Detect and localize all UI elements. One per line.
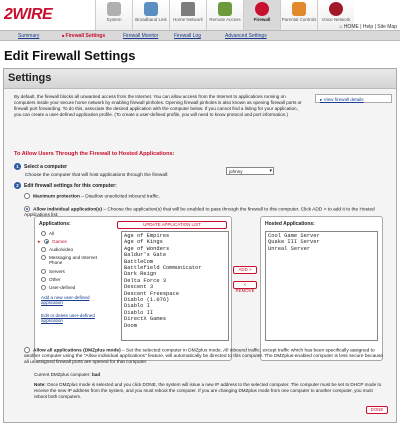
- step-1-number: 1: [14, 163, 21, 170]
- home-network-icon: [181, 2, 195, 16]
- subnav-firewall-monitor[interactable]: Firewall Monitor: [123, 33, 158, 39]
- remote-access-icon: [218, 2, 232, 16]
- category-user-defined-radio[interactable]: [41, 285, 46, 290]
- current-dmz-computer: Current DMZplus computer: bad: [34, 372, 101, 377]
- settings-panel: Settings By default, the firewall blocks…: [3, 68, 397, 423]
- list-item[interactable]: Doom: [124, 323, 226, 329]
- firewall-icon: [255, 2, 269, 16]
- computer-select-instruction: Choose the computer that will host appli…: [25, 173, 169, 178]
- sub-nav: Summary Firewall Settings Firewall Monit…: [0, 30, 400, 41]
- view-firewall-details-link[interactable]: ▸ View firewall details: [315, 94, 392, 103]
- nav-firewall[interactable]: Firewall: [243, 0, 280, 30]
- category-all-radio[interactable]: [41, 231, 46, 236]
- hosted-applications-panel: Hosted Applications: Cool Game Server Qu…: [260, 216, 383, 361]
- computer-select[interactable]: johnny: [226, 167, 274, 175]
- voice-network-icon: [329, 2, 343, 16]
- nav-home-network[interactable]: Home Network: [169, 0, 206, 30]
- allow-individual-radio[interactable]: [24, 206, 30, 212]
- applications-title: Applications:: [39, 221, 71, 227]
- category-audio-video-radio[interactable]: [41, 247, 46, 252]
- nav-system[interactable]: System: [95, 0, 132, 30]
- step-2-heading: 2 Edit firewall settings for this compute…: [14, 182, 117, 189]
- category-servers-radio[interactable]: [41, 269, 46, 274]
- add-user-defined-link[interactable]: Add a new user-defined application: [41, 295, 111, 305]
- logo: 2WIRE: [4, 6, 53, 23]
- subnav-summary[interactable]: Summary: [18, 33, 39, 39]
- section-title: Settings: [4, 69, 396, 89]
- dmz-option[interactable]: Allow all applications (DMZplus mode) – …: [24, 347, 384, 366]
- category-servers[interactable]: Servers: [41, 269, 65, 274]
- add-button[interactable]: ADD >: [233, 266, 257, 274]
- broadband-icon: [144, 2, 158, 16]
- page-title: Edit Firewall Settings: [4, 48, 136, 63]
- category-other[interactable]: Other: [41, 277, 61, 282]
- parental-controls-icon: [292, 2, 306, 16]
- category-messaging-radio[interactable]: [41, 255, 46, 260]
- category-games[interactable]: Games: [44, 239, 67, 244]
- category-games-radio[interactable]: [44, 239, 49, 244]
- max-protection-option[interactable]: Maximum protection – Disallow unsolicite…: [24, 193, 160, 199]
- category-audio-video[interactable]: Audio/video: [41, 247, 73, 252]
- allow-users-heading: To Allow Users Through the Firewall to H…: [14, 151, 175, 157]
- applications-panel: Applications: UPDATE APPLICATION LIST Al…: [34, 216, 232, 361]
- hosted-applications-title: Hosted Applications:: [265, 221, 315, 227]
- category-messaging[interactable]: Messaging and Internet Phone: [41, 255, 111, 265]
- nav-broadband-link[interactable]: Broadband Link: [132, 0, 169, 30]
- nav-remote-access[interactable]: Remote Access: [206, 0, 243, 30]
- step-2-number: 2: [14, 182, 21, 189]
- firewall-description: By default, the firewall blocks all unwa…: [14, 94, 302, 117]
- dmz-radio[interactable]: [24, 347, 30, 353]
- subnav-firewall-settings[interactable]: Firewall Settings: [62, 33, 106, 39]
- hosted-applications-list[interactable]: Cool Game Server Quake III Server Unreal…: [265, 231, 378, 341]
- current-dmz-value: bad: [91, 372, 101, 377]
- list-item[interactable]: Unreal Server: [268, 246, 375, 252]
- selected-arrow-icon: ▸: [38, 239, 41, 245]
- main-nav: System Broadband Link Home Network Remot…: [95, 0, 354, 30]
- max-protection-radio[interactable]: [24, 193, 30, 199]
- category-user-defined[interactable]: User-defined: [41, 285, 75, 290]
- update-application-list-button[interactable]: UPDATE APPLICATION LIST: [117, 221, 227, 229]
- subnav-advanced-settings[interactable]: Advanced Settings: [225, 33, 267, 39]
- done-button[interactable]: DONE: [366, 406, 388, 414]
- nav-parental-controls[interactable]: Parental Controls: [280, 0, 317, 30]
- applications-list[interactable]: Age of Empires Age of Kings Age of Wonde…: [121, 231, 229, 341]
- category-other-radio[interactable]: [41, 277, 46, 282]
- remove-button[interactable]: < REMOVE: [233, 281, 257, 293]
- category-all[interactable]: All: [41, 231, 54, 236]
- dmz-note: Note: Once DMZplus mode is selected and …: [34, 382, 382, 399]
- subnav-firewall-log[interactable]: Firewall Log: [174, 33, 201, 39]
- edit-user-defined-link[interactable]: Edit or delete user-defined application: [41, 313, 111, 323]
- step-1-heading: 1 Select a computer: [14, 163, 67, 170]
- system-icon: [107, 2, 121, 16]
